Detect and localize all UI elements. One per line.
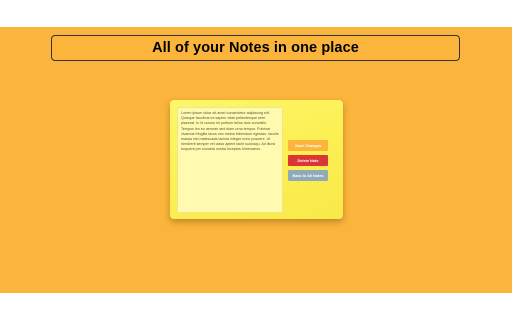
- page-header: All of your Notes in one place: [51, 35, 460, 61]
- page-title: All of your Notes in one place: [152, 40, 359, 56]
- app-background: All of your Notes in one place Lorem ips…: [0, 27, 512, 293]
- back-to-all-notes-button[interactable]: Back to All Notes: [288, 170, 328, 181]
- delete-note-button[interactable]: Delete Note: [288, 155, 328, 166]
- note-text-area[interactable]: Lorem ipsum dolor sit amet consectetur a…: [177, 107, 283, 213]
- note-card: Lorem ipsum dolor sit amet consectetur a…: [170, 100, 343, 219]
- save-changes-button[interactable]: Save Changes: [288, 140, 328, 151]
